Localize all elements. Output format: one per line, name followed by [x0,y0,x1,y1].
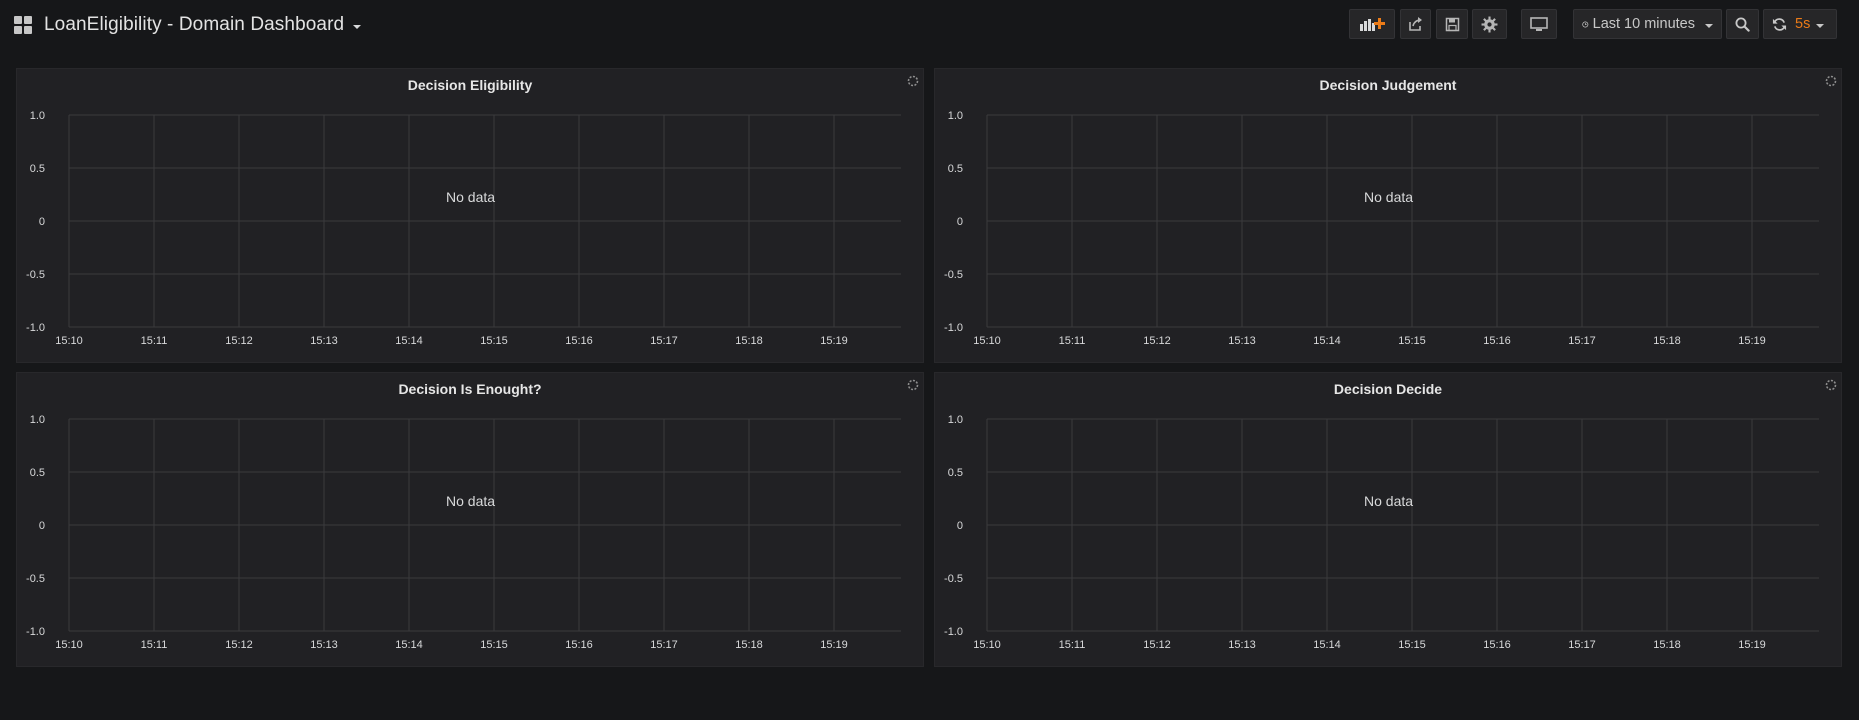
gear-icon [1481,16,1498,32]
x-tick-label: 15:14 [395,639,423,651]
chevron-down-icon [1816,24,1825,28]
y-tick-label: 0 [957,520,963,532]
x-tick-label: 15:14 [1313,639,1341,651]
x-tick-label: 15:11 [141,335,168,347]
x-tick-label: 15:12 [225,335,253,347]
x-tick-label: 15:17 [1568,335,1596,347]
x-tick-label: 15:15 [480,335,508,347]
y-tick-label: 0.5 [30,467,45,479]
y-tick-label: 1.0 [948,414,963,426]
x-tick-label: 15:18 [1653,335,1681,347]
y-tick-label: 0 [39,520,45,532]
y-tick-label: -0.5 [944,573,963,585]
x-tick-label: 15:18 [735,335,763,347]
x-tick-label: 15:16 [1483,639,1511,651]
chevron-down-icon [353,25,362,29]
y-tick-label: -0.5 [26,269,45,281]
share-button[interactable] [1400,9,1431,39]
graph-area[interactable]: 1.0 0.5 0 -0.5 -1.0 15:10 15:11 15:12 15:13 15:14… [17,373,925,668]
monitor-icon [1530,16,1548,31]
x-tick-label: 15:10 [973,639,1001,651]
x-tick-label: 15:11 [1059,639,1086,651]
refresh-button[interactable]: 5s [1763,9,1837,39]
x-tick-label: 15:11 [141,639,168,651]
y-tick-label: 0 [957,216,963,228]
panel-decision-decide: Decision Decide 1.0 0.5 0 -0.5 -1.0 15:10 15:1… [934,372,1842,667]
add-panel-button[interactable] [1349,9,1395,39]
y-tick-label: -1.0 [944,626,963,638]
y-tick-label: 1.0 [30,110,45,122]
dashboard-title-area[interactable]: LoanEligibility - Domain Dashboard [14,12,362,38]
time-range-label: Last 10 minutes [1592,16,1695,32]
time-range-picker[interactable]: Last 10 minutes [1573,9,1722,39]
panel-decision-judgement: Decision Judgement 1.0 0.5 0 -0.5 -1.0 15:10 1… [934,68,1842,363]
dashboard-title[interactable]: LoanEligibility - Domain Dashboard [44,14,344,36]
x-tick-label: 15:15 [480,639,508,651]
graph-area[interactable]: 1.0 0.5 0 -0.5 -1.0 15:10 15:11 15:12 15:13 15:14… [935,69,1843,364]
x-tick-label: 15:19 [1738,335,1766,347]
x-tick-label: 15:15 [1398,335,1426,347]
y-tick-label: 0.5 [30,163,45,175]
graph-area[interactable]: 1.0 0.5 0 -0.5 -1.0 15:10 15:11 15:12 15:13 15:14… [17,69,925,364]
y-tick-label: -1.0 [944,322,963,334]
x-tick-label: 15:12 [1143,335,1171,347]
y-tick-label: 0 [39,216,45,228]
search-minus-icon [1735,17,1750,32]
apps-grid-icon [14,16,32,34]
x-tick-label: 15:15 [1398,639,1426,651]
x-tick-label: 15:12 [225,639,253,651]
share-icon [1408,17,1422,31]
x-tick-label: 15:18 [1653,639,1681,651]
no-data-message: No data [446,493,496,509]
x-tick-label: 15:10 [973,335,1001,347]
y-tick-label: -0.5 [944,269,963,281]
save-icon [1445,17,1459,31]
y-tick-label: 1.0 [948,110,963,122]
y-tick-label: 0.5 [948,467,963,479]
refresh-interval[interactable]: 5s [1795,16,1810,32]
x-tick-label: 15:12 [1143,639,1171,651]
x-tick-label: 15:17 [650,639,678,651]
x-tick-label: 15:17 [1568,639,1596,651]
x-tick-label: 15:13 [1228,639,1256,651]
graph-area[interactable]: 1.0 0.5 0 -0.5 -1.0 15:10 15:11 15:12 15:13 15:14… [935,373,1843,668]
x-tick-label: 15:14 [395,335,423,347]
refresh-icon [1772,17,1787,31]
panel-decision-eligibility: Decision Eligibility 1.0 0.5 0 -0.5 -1.0 15:1… [16,68,924,363]
y-tick-label: -0.5 [26,573,45,585]
clock-icon [1582,20,1589,28]
x-tick-label: 15:11 [1059,335,1086,347]
x-tick-label: 15:16 [565,639,593,651]
x-tick-label: 15:13 [310,639,338,651]
view-mode-button[interactable] [1521,9,1557,39]
x-tick-label: 15:16 [1483,335,1511,347]
y-tick-label: -1.0 [26,626,45,638]
add-panel-icon [1360,18,1385,31]
no-data-message: No data [1364,189,1414,205]
x-tick-label: 15:17 [650,335,678,347]
no-data-message: No data [1364,493,1414,509]
save-button[interactable] [1436,9,1468,39]
x-tick-label: 15:18 [735,639,763,651]
x-tick-label: 15:14 [1313,335,1341,347]
x-tick-label: 15:10 [55,335,83,347]
settings-button[interactable] [1472,9,1507,39]
top-navbar: LoanEligibility - Domain Dashboard Last … [0,0,1859,50]
x-tick-label: 15:13 [310,335,338,347]
no-data-message: No data [446,189,496,205]
y-tick-label: 0.5 [948,163,963,175]
zoom-out-button[interactable] [1726,9,1759,39]
chevron-down-icon [1705,24,1713,28]
y-tick-label: -1.0 [26,322,45,334]
panel-decision-is-enought: Decision Is Enought? 1.0 0.5 0 -0.5 -1.0 15:1… [16,372,924,667]
x-tick-label: 15:19 [820,639,848,651]
x-tick-label: 15:16 [565,335,593,347]
x-tick-label: 15:13 [1228,335,1256,347]
x-tick-label: 15:19 [1738,639,1766,651]
x-tick-label: 15:19 [820,335,848,347]
y-tick-label: 1.0 [30,414,45,426]
x-tick-label: 15:10 [55,639,83,651]
